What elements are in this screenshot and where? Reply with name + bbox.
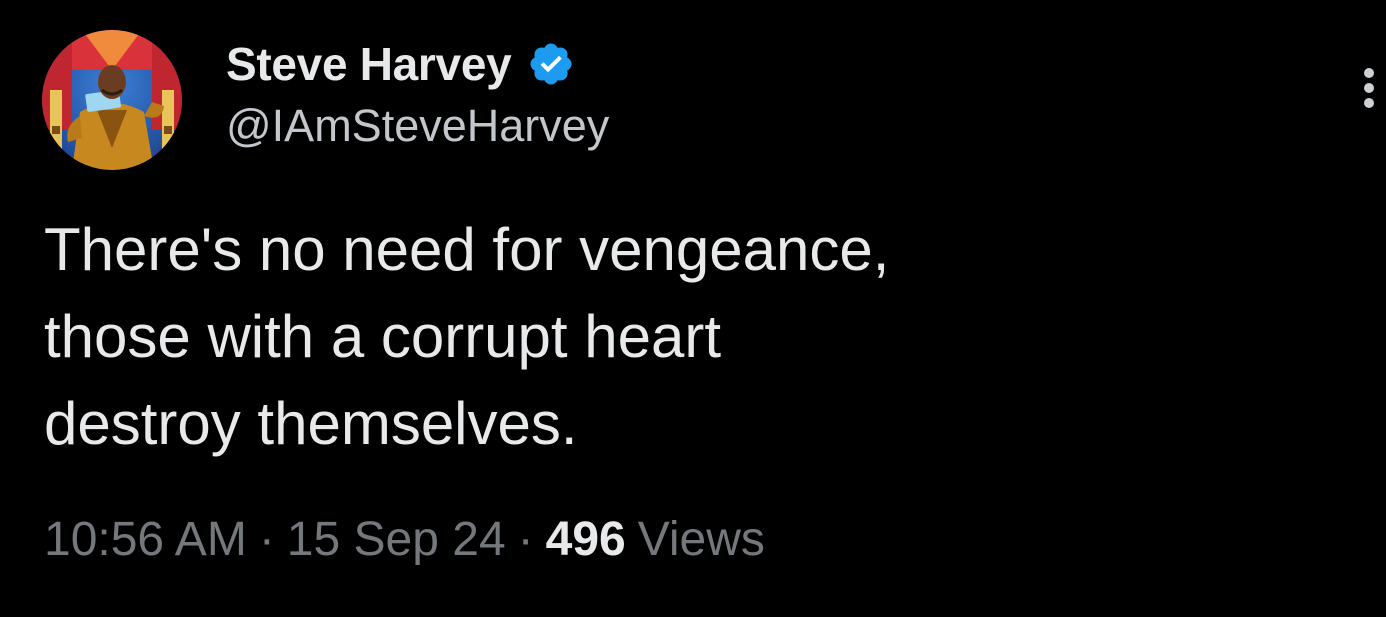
tweet-text: There's no need for vengeance, those wit…: [44, 206, 1244, 467]
tweet-time[interactable]: 10:56 AM: [44, 512, 247, 567]
tweet-card: Steve Harvey @IAmSteveHarvey There's no …: [0, 0, 1386, 617]
views-count[interactable]: 496: [546, 512, 626, 567]
tweet-metadata: 10:56 AM · 15 Sep 24 · 496 Views: [44, 512, 765, 567]
more-options-icon[interactable]: [1354, 64, 1384, 112]
tweet-text-line: those with a corrupt heart: [44, 303, 722, 370]
tweet-text-line: destroy themselves.: [44, 390, 578, 457]
separator-dot: ·: [258, 513, 275, 566]
views-label: Views: [637, 513, 765, 566]
verified-badge-icon[interactable]: [527, 40, 575, 88]
author-name-row: Steve Harvey: [226, 36, 575, 92]
separator-dot: ·: [517, 513, 534, 566]
tweet-text-line: There's no need for vengeance,: [44, 216, 890, 283]
author-handle[interactable]: @IAmSteveHarvey: [226, 100, 609, 152]
tweet-date[interactable]: 15 Sep 24: [287, 512, 506, 567]
avatar-image: [42, 30, 182, 170]
author-display-name[interactable]: Steve Harvey: [226, 37, 512, 91]
avatar[interactable]: [42, 30, 182, 170]
